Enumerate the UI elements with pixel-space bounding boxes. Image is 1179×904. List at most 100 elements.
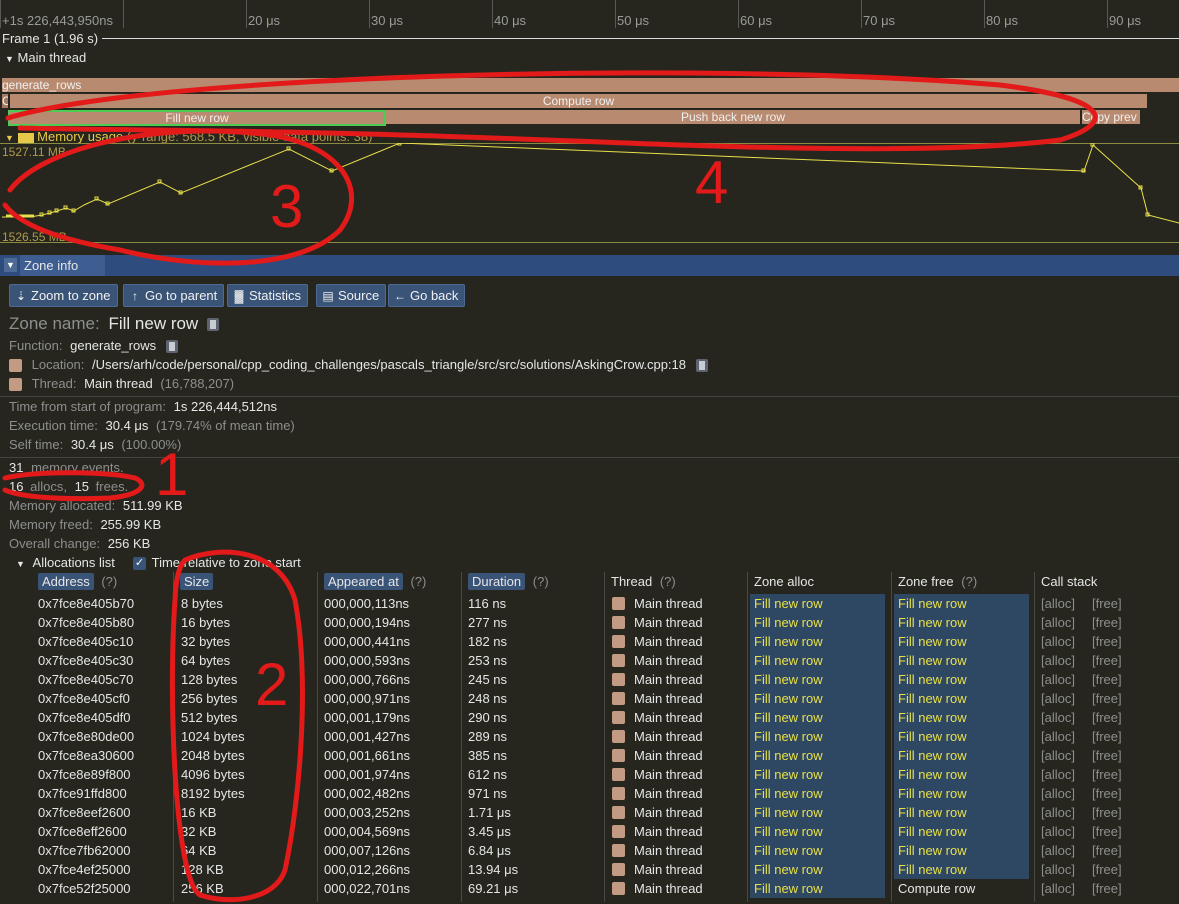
cell-zone-free[interactable]: Fill new row <box>898 862 967 877</box>
frame-label[interactable]: Frame 1 (1.96 s) <box>2 31 98 46</box>
checkbox-checked-icon[interactable]: ✓ <box>133 557 146 571</box>
cell-zone-free[interactable]: Fill new row <box>898 634 967 649</box>
cell-zone-alloc[interactable]: Fill new row <box>754 615 823 630</box>
cell-free-stack[interactable]: [free] <box>1092 729 1122 744</box>
cell-zone-alloc[interactable]: Fill new row <box>754 843 823 858</box>
cell-zone-free[interactable]: Fill new row <box>898 710 967 725</box>
thread-row[interactable]: ▼ Main thread <box>5 50 86 65</box>
table-row[interactable]: 0x7fce8eef2600 16 KB 000,003,252ns 1.71 μs M… <box>30 803 1179 822</box>
cell-alloc-stack[interactable]: [alloc] <box>1041 843 1075 858</box>
cell-zone-alloc[interactable]: Fill new row <box>754 767 823 782</box>
column-header-address[interactable]: Address (?) <box>38 573 117 590</box>
zone-compute-row-prev[interactable]: C <box>2 94 8 108</box>
zone-fill-new-row[interactable]: Fill new row <box>8 110 386 126</box>
table-row[interactable]: 0x7fce8e405b80 16 bytes 000,000,194ns 277 n… <box>30 613 1179 632</box>
table-row[interactable]: 0x7fce91ffd800 8192 bytes 000,002,482ns 971… <box>30 784 1179 803</box>
timeline-ruler[interactable]: +1s 226,443,950ns 20 μs 30 μs 40 μs 50 μ… <box>0 0 1179 30</box>
cell-zone-alloc[interactable]: Fill new row <box>754 634 823 649</box>
cell-free-stack[interactable]: [free] <box>1092 615 1122 630</box>
copy-icon[interactable] <box>206 318 219 332</box>
zone-generate-rows[interactable]: generate_rows <box>2 78 1179 92</box>
table-row[interactable]: 0x7fce8e405cf0 256 bytes 000,000,971ns 248 … <box>30 689 1179 708</box>
cell-zone-alloc[interactable]: Fill new row <box>754 672 823 687</box>
location-value[interactable]: /Users/arh/code/personal/cpp_coding_chal… <box>92 357 686 372</box>
cell-zone-free[interactable]: Fill new row <box>898 805 967 820</box>
cell-zone-alloc[interactable]: Fill new row <box>754 729 823 744</box>
cell-zone-free[interactable]: Fill new row <box>898 767 967 782</box>
cell-alloc-stack[interactable]: [alloc] <box>1041 596 1075 611</box>
cell-zone-free[interactable]: Fill new row <box>898 615 967 630</box>
cell-alloc-stack[interactable]: [alloc] <box>1041 672 1075 687</box>
cell-free-stack[interactable]: [free] <box>1092 824 1122 839</box>
cell-alloc-stack[interactable]: [alloc] <box>1041 767 1075 782</box>
cell-zone-free[interactable]: Fill new row <box>898 729 967 744</box>
collapse-triangle-icon[interactable]: ▼ <box>5 133 14 143</box>
cell-zone-alloc[interactable]: Fill new row <box>754 824 823 839</box>
help-icon[interactable]: (?) <box>660 574 676 589</box>
cell-free-stack[interactable]: [free] <box>1092 862 1122 877</box>
table-row[interactable]: 0x7fce8e89f800 4096 bytes 000,001,974ns 612… <box>30 765 1179 784</box>
zone-push-back[interactable]: Push back new row <box>386 110 1080 124</box>
cell-zone-free[interactable]: Fill new row <box>898 672 967 687</box>
cell-zone-alloc[interactable]: Fill new row <box>754 653 823 668</box>
table-row[interactable]: 0x7fce52f25000 256 KB 000,022,701ns 69.21 μ… <box>30 879 1179 898</box>
help-icon[interactable]: (?) <box>101 574 117 589</box>
column-header-zone-alloc[interactable]: Zone alloc <box>754 573 814 590</box>
table-row[interactable]: 0x7fce7fb62000 64 KB 000,007,126ns 6.84 μs M… <box>30 841 1179 860</box>
table-row[interactable]: 0x7fce8e405c30 64 bytes 000,000,593ns 253 n… <box>30 651 1179 670</box>
go-back-button[interactable]: ← Go back <box>388 284 466 307</box>
cell-free-stack[interactable]: [free] <box>1092 786 1122 801</box>
cell-free-stack[interactable]: [free] <box>1092 653 1122 668</box>
cell-free-stack[interactable]: [free] <box>1092 881 1122 896</box>
time-relative-toggle[interactable]: ✓ Time relative to zone start <box>133 555 301 571</box>
cell-zone-free[interactable]: Compute row <box>898 881 975 896</box>
cell-zone-alloc[interactable]: Fill new row <box>754 710 823 725</box>
cell-zone-alloc[interactable]: Fill new row <box>754 786 823 801</box>
cell-free-stack[interactable]: [free] <box>1092 691 1122 706</box>
help-icon[interactable]: (?) <box>961 574 977 589</box>
go-to-parent-button[interactable]: ↑ Go to parent <box>123 284 225 307</box>
cell-zone-free[interactable]: Fill new row <box>898 843 967 858</box>
cell-free-stack[interactable]: [free] <box>1092 672 1122 687</box>
source-button[interactable]: ▤ Source <box>316 284 387 307</box>
cell-alloc-stack[interactable]: [alloc] <box>1041 805 1075 820</box>
cell-free-stack[interactable]: [free] <box>1092 710 1122 725</box>
table-row[interactable]: 0x7fce8ea30600 2048 bytes 000,001,661ns 385… <box>30 746 1179 765</box>
cell-free-stack[interactable]: [free] <box>1092 843 1122 858</box>
column-header-appeared[interactable]: Appeared at (?) <box>324 573 426 590</box>
table-row[interactable]: 0x7fce8eff2600 32 KB 000,004,569ns 3.45 μs M… <box>30 822 1179 841</box>
cell-alloc-stack[interactable]: [alloc] <box>1041 786 1075 801</box>
cell-free-stack[interactable]: [free] <box>1092 805 1122 820</box>
cell-zone-alloc[interactable]: Fill new row <box>754 881 823 896</box>
cell-alloc-stack[interactable]: [alloc] <box>1041 710 1075 725</box>
cell-alloc-stack[interactable]: [alloc] <box>1041 653 1075 668</box>
zone-compute-row[interactable]: Compute row <box>10 94 1147 108</box>
cell-zone-free[interactable]: Fill new row <box>898 691 967 706</box>
column-header-thread[interactable]: Thread (?) <box>611 573 676 590</box>
cell-free-stack[interactable]: [free] <box>1092 748 1122 763</box>
cell-zone-alloc[interactable]: Fill new row <box>754 691 823 706</box>
collapse-triangle-icon[interactable]: ▼ <box>5 54 14 64</box>
column-header-zone-free[interactable]: Zone free (?) <box>898 573 977 590</box>
column-header-call-stack[interactable]: Call stack <box>1041 573 1097 590</box>
collapse-triangle-icon[interactable]: ▼ <box>16 559 25 569</box>
table-row[interactable]: 0x7fce8e405df0 512 bytes 000,001,179ns 290 … <box>30 708 1179 727</box>
cell-zone-free[interactable]: Fill new row <box>898 824 967 839</box>
cell-alloc-stack[interactable]: [alloc] <box>1041 634 1075 649</box>
table-row[interactable]: 0x7fce8e405c70 128 bytes 000,000,766ns 245 … <box>30 670 1179 689</box>
copy-icon[interactable] <box>695 359 708 373</box>
table-row[interactable]: 0x7fce8e80de00 1024 bytes 000,001,427ns 289… <box>30 727 1179 746</box>
cell-zone-alloc[interactable]: Fill new row <box>754 596 823 611</box>
zone-info-header[interactable]: ▼ Zone info <box>0 255 1179 276</box>
cell-zone-alloc[interactable]: Fill new row <box>754 805 823 820</box>
zone-copy-prev[interactable]: Copy prev <box>1082 110 1140 124</box>
help-icon[interactable]: (?) <box>410 574 426 589</box>
cell-alloc-stack[interactable]: [alloc] <box>1041 691 1075 706</box>
cell-free-stack[interactable]: [free] <box>1092 767 1122 782</box>
cell-zone-free[interactable]: Fill new row <box>898 748 967 763</box>
cell-zone-free[interactable]: Fill new row <box>898 596 967 611</box>
cell-alloc-stack[interactable]: [alloc] <box>1041 881 1075 896</box>
table-row[interactable]: 0x7fce8e405b70 8 bytes 000,000,113ns 116 ns… <box>30 594 1179 613</box>
statistics-button[interactable]: ▓ Statistics <box>227 284 309 307</box>
zoom-to-zone-button[interactable]: ⇣ Zoom to zone <box>9 284 118 307</box>
